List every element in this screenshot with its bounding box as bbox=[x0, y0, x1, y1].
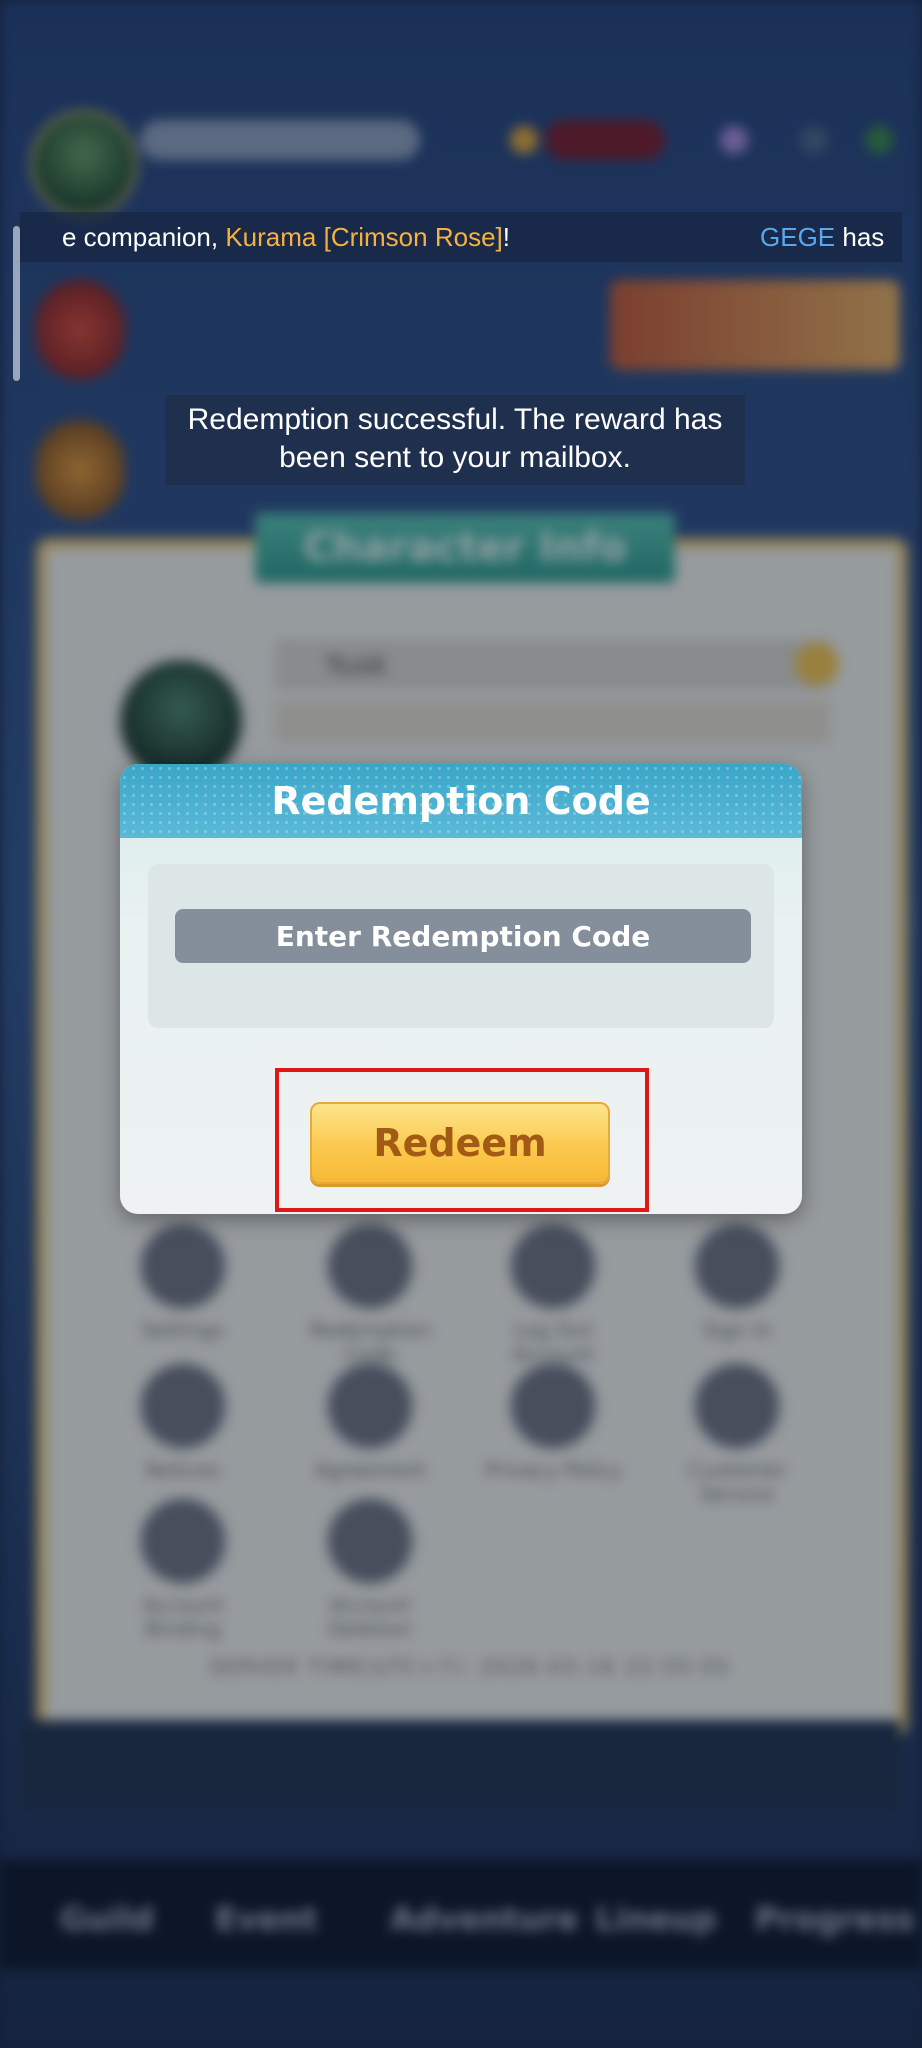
dialog-title: Redemption Code bbox=[271, 779, 651, 823]
redeem-highlight-box bbox=[275, 1068, 649, 1212]
marquee-message-1: e companion, Kurama [Crimson Rose]! bbox=[62, 222, 510, 252]
scroll-indicator bbox=[13, 226, 20, 381]
companion-name: Kurama [Crimson Rose] bbox=[225, 222, 503, 252]
redemption-code-input[interactable] bbox=[175, 909, 751, 963]
success-toast: Redemption successful. The reward has be… bbox=[165, 395, 745, 485]
announcement-marquee: e companion, Kurama [Crimson Rose]! GEGE… bbox=[20, 212, 902, 262]
code-input-container bbox=[148, 864, 774, 1028]
toast-line-1: Redemption successful. The reward has bbox=[187, 403, 723, 436]
toast-line-2: been sent to your mailbox. bbox=[279, 441, 631, 474]
marquee-message-2: GEGE has bbox=[760, 222, 885, 252]
dialog-header: Redemption Code bbox=[120, 764, 802, 838]
player-name-highlight: GEGE bbox=[760, 222, 836, 252]
